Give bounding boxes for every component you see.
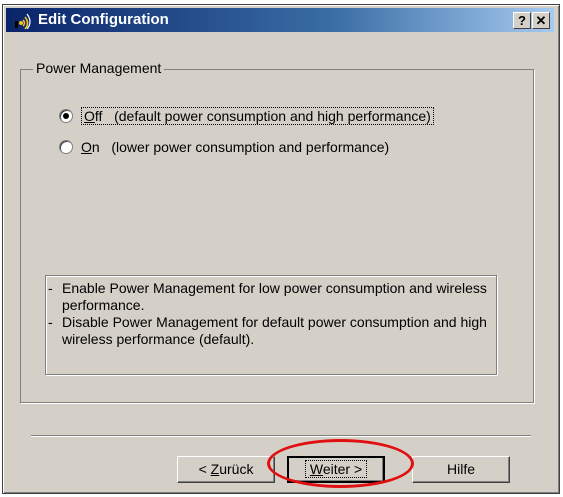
info-line-enable: - Enable Power Management for low power c…	[48, 280, 487, 313]
wireless-signal-icon	[15, 13, 31, 29]
help-button[interactable]: Hilfe	[412, 456, 510, 483]
radio-option-off[interactable]: Off (default power consumption and high …	[59, 107, 434, 125]
title-bar[interactable]: Edit Configuration ? ✕	[6, 8, 554, 32]
edit-configuration-dialog: Edit Configuration ? ✕ Power Management …	[2, 4, 560, 494]
info-box: - Enable Power Management for low power c…	[45, 275, 497, 375]
group-label: Power Management	[33, 60, 165, 76]
radio-option-on[interactable]: On (lower power consumption and performa…	[59, 139, 389, 155]
radio-off-label[interactable]: Off (default power consumption and high …	[81, 107, 434, 125]
radio-on[interactable]	[59, 140, 73, 154]
radio-off[interactable]	[59, 109, 73, 123]
radio-on-label[interactable]: On (lower power consumption and performa…	[81, 139, 389, 155]
close-button[interactable]: ✕	[532, 12, 550, 29]
back-button[interactable]: < Zurück	[177, 456, 275, 483]
separator-line	[31, 435, 531, 437]
window-title: Edit Configuration	[38, 11, 169, 28]
info-line-disable: - Disable Power Management for default po…	[48, 314, 487, 347]
next-button[interactable]: Weiter >	[287, 456, 385, 483]
help-title-button[interactable]: ?	[513, 12, 531, 29]
